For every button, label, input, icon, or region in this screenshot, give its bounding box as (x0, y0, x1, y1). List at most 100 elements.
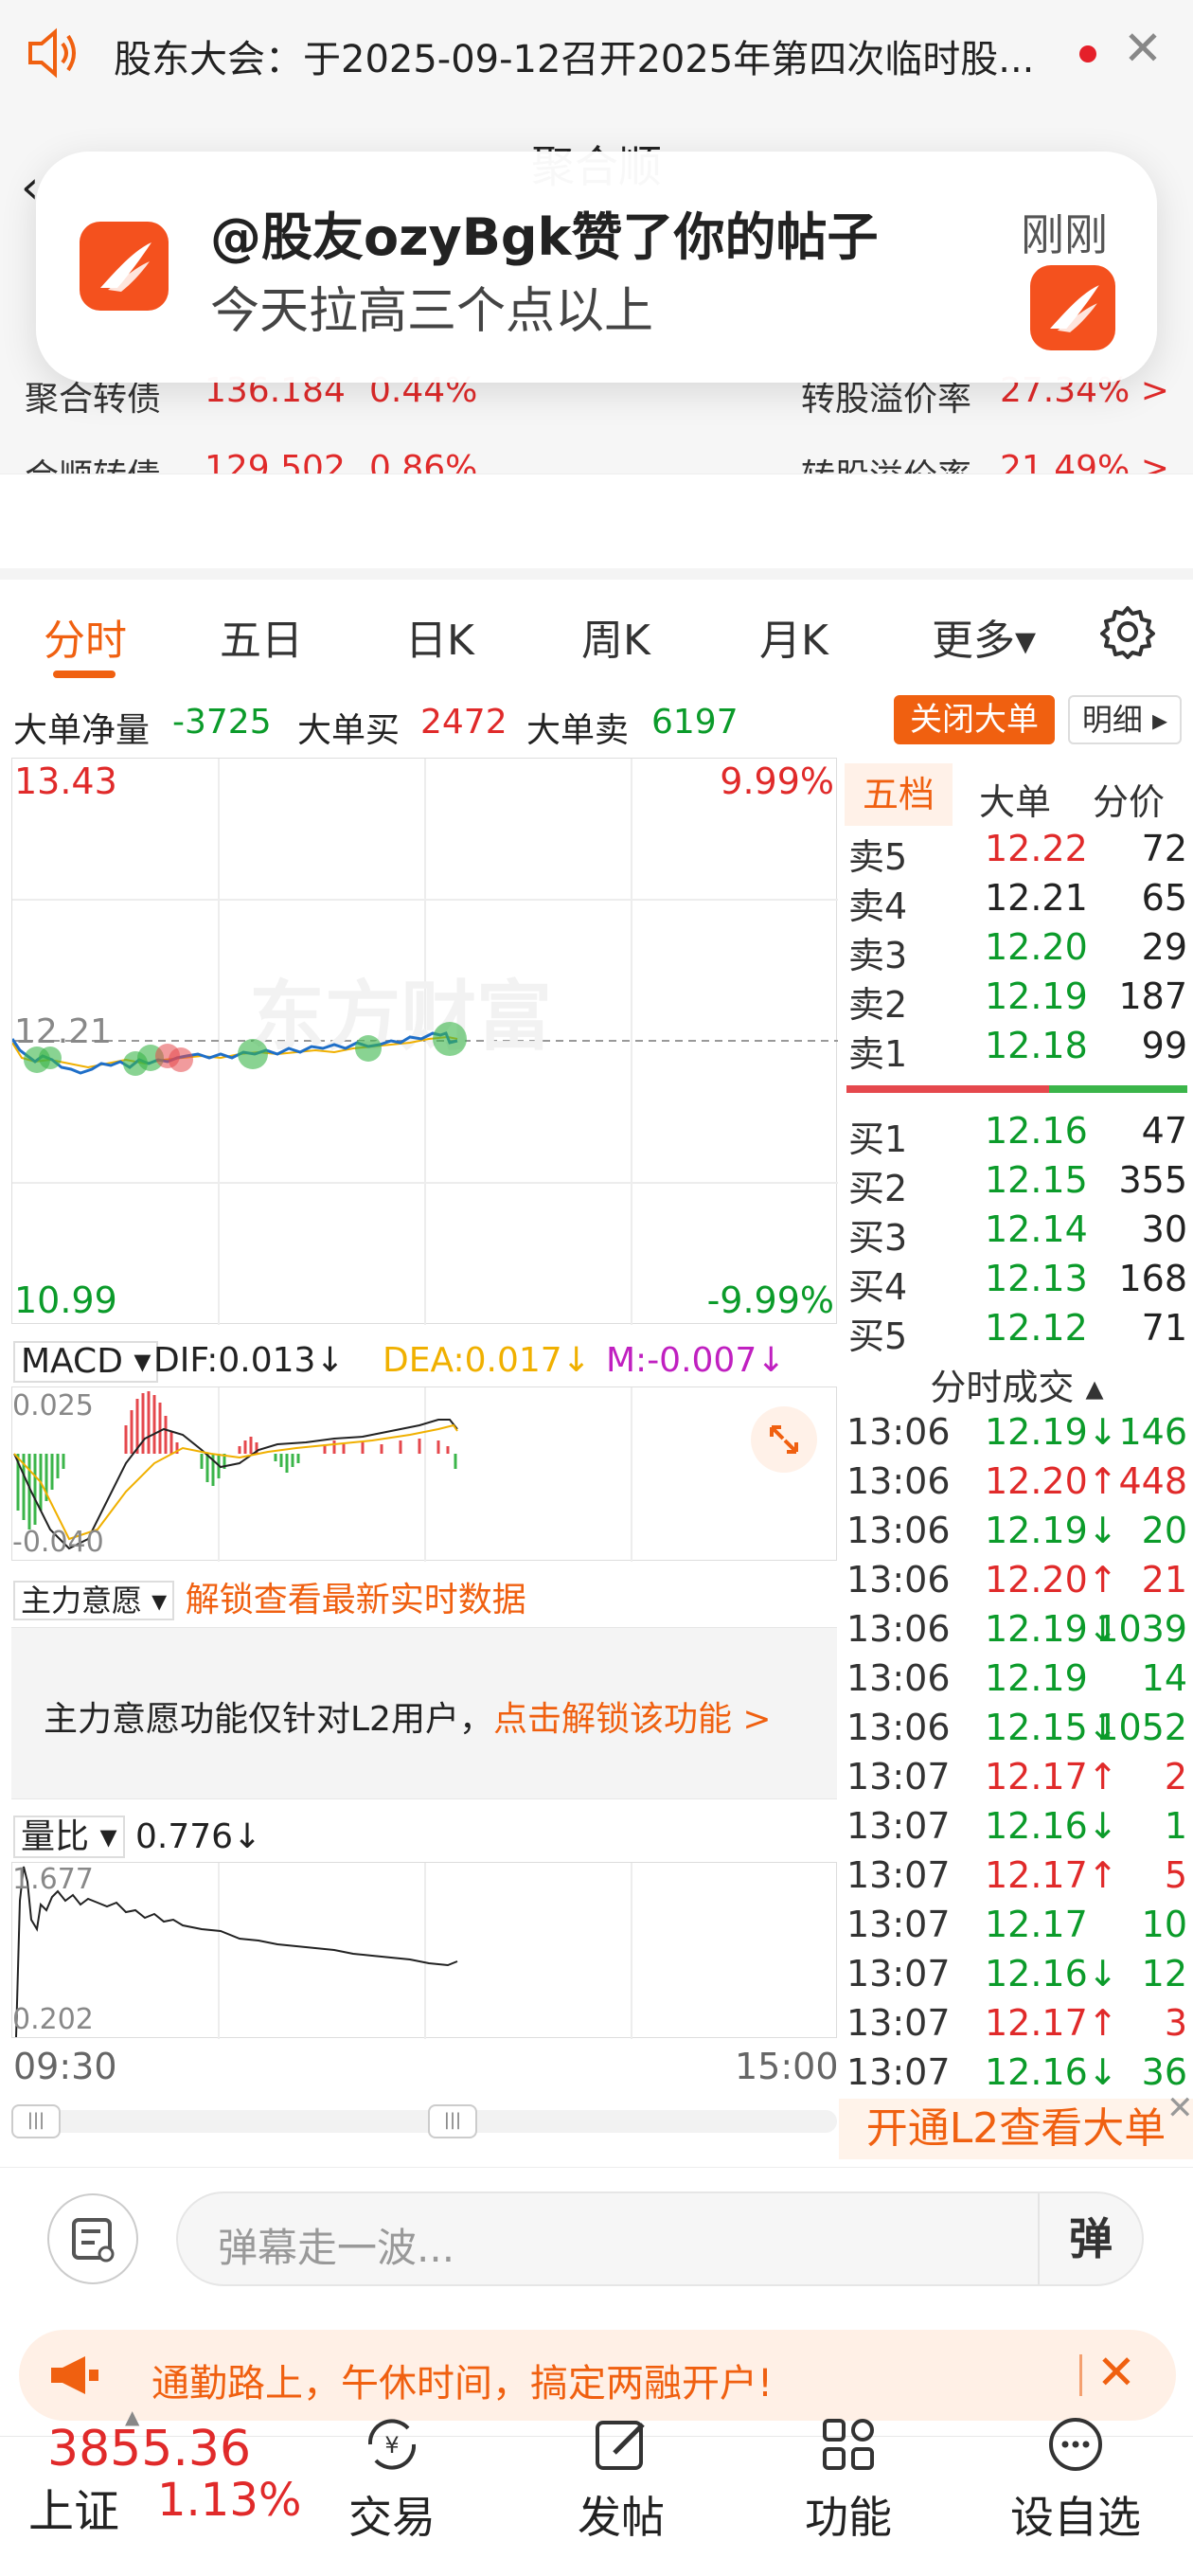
macd-chart[interactable]: 0.025 -0.040 (11, 1386, 837, 1562)
push-notification[interactable]: @股友ozyBgk赞了你的帖子 今天拉高三个点以上 刚刚 (36, 152, 1157, 383)
macd-selector[interactable]: MACD ▾ (13, 1341, 159, 1383)
promo-text[interactable]: 通勤路上，午休时间，搞定两融开户! (151, 2352, 773, 2407)
edit-icon (596, 2421, 645, 2470)
scroll-handle-right[interactable]: ||| (428, 2104, 477, 2138)
ask-row: 卖5 12.22 72 (848, 828, 1187, 878)
bond-pct: 0.86% (369, 449, 478, 475)
ask-volume: 29 (1141, 926, 1187, 968)
sell-ratio-bar (1049, 1085, 1187, 1093)
intraday-chart[interactable]: 东方财富 13.43 9.99% 12.21 10.99 -9.99% (11, 758, 838, 1325)
tab-five-day[interactable]: 五日 (220, 606, 303, 667)
unlock-feature-link[interactable]: 点击解锁该功能 > (493, 1700, 772, 1739)
tick-row: 13:06 12.19↓ 146 (846, 1411, 1187, 1460)
tick-volume: 20 (1141, 1510, 1187, 1551)
bid-volume: 30 (1141, 1208, 1187, 1250)
tick-volume: 5 (1164, 1854, 1187, 1896)
nav-post[interactable]: 发帖 (545, 2411, 697, 2546)
notification-body: 今天拉高三个点以上 (210, 283, 654, 340)
post-settings-icon[interactable] (47, 2193, 138, 2284)
close-icon[interactable]: ✕ (1096, 2345, 1136, 2400)
bid-volume: 47 (1141, 1110, 1187, 1152)
open-l2-banner[interactable]: 开通L2查看大单 (839, 2099, 1193, 2159)
pct-axis-top: 9.99% (720, 760, 834, 802)
tick-volume: 448 (1118, 1460, 1187, 1502)
macd-header: MACD ▾ DIF:0.013↓ DEA:0.017↓ M:-0.007↓ (13, 1333, 837, 1386)
tab-big-order[interactable]: 大单 (979, 773, 1051, 825)
announcement-bar[interactable] (0, 474, 1193, 580)
main-intent-selector[interactable]: 主力意愿 ▾ (13, 1581, 175, 1620)
ask-volume: 65 (1141, 877, 1187, 919)
big-order-bar: 大单净量 -3725 大单买 2472 大单卖 6197 关闭大单 明细 ▸ (0, 691, 1193, 754)
tab-daily-k[interactable]: 日K (405, 606, 474, 667)
volume-ratio-y-top: 1.677 (12, 1863, 94, 1896)
time-axis-start: 09:30 (13, 2046, 117, 2087)
bid-price: 12.12 (985, 1307, 1088, 1349)
announcement-text[interactable]: 股东大会：于2025-09-12召开2025年第四次临时股... (114, 28, 1034, 83)
nav-functions[interactable]: 功能 (773, 2411, 924, 2546)
bond-price: 129.502 (205, 449, 346, 475)
tick-time: 13:06 (846, 1460, 951, 1502)
tick-volume: 3 (1164, 2002, 1187, 2044)
tab-five-levels[interactable]: 五档 (845, 763, 953, 826)
tab-weekly-k[interactable]: 周K (581, 606, 650, 667)
tab-more[interactable]: 更多▾ (932, 606, 1036, 667)
tick-price: 12.20↑ (985, 1559, 1118, 1601)
tick-price: 12.19 (985, 1657, 1088, 1699)
macd-y-top: 0.025 (12, 1389, 94, 1422)
danmu-button[interactable]: 弹 (1038, 2193, 1142, 2284)
ask-volume: 187 (1118, 975, 1187, 1017)
ask-row: 卖1 12.18 99 (848, 1025, 1187, 1075)
notification-time: 刚刚 (1021, 209, 1108, 260)
bid-row: 买2 12.15 355 (848, 1159, 1187, 1209)
tick-price: 12.17 (985, 1904, 1088, 1945)
tick-row: 13:06 12.20↑ 448 (846, 1460, 1187, 1510)
pct-axis-bottom: -9.99% (706, 1279, 834, 1321)
nav-post-label: 发帖 (578, 2492, 665, 2543)
chart-scroll-track[interactable] (11, 2110, 837, 2133)
tab-intraday[interactable]: 分时 (44, 606, 127, 667)
index-name[interactable]: 上证 (28, 2474, 119, 2540)
volume-ratio-chart[interactable]: 1.677 0.202 (11, 1862, 837, 2039)
close-icon[interactable]: ✕ (1166, 2089, 1193, 2127)
tick-time: 13:07 (846, 1953, 951, 1995)
ask-price: 12.19 (985, 975, 1088, 1017)
bid-price: 12.15 (985, 1159, 1088, 1201)
svg-text:¥: ¥ (384, 2432, 399, 2459)
tick-price: 12.16↓ (985, 1805, 1118, 1847)
nav-trade[interactable]: ¥ 交易 (316, 2411, 468, 2546)
bid-row: 买3 12.14 30 (848, 1208, 1187, 1259)
close-big-order-button[interactable]: 关闭大单 (894, 695, 1055, 744)
ask-row: 卖2 12.19 187 (848, 975, 1187, 1026)
ref-price-label: 12.21 (14, 1012, 113, 1051)
expand-icon[interactable] (751, 1406, 817, 1473)
ask-label: 卖3 (848, 935, 908, 976)
bid-label: 买2 (848, 1168, 908, 1209)
tab-monthly-k[interactable]: 月K (759, 606, 828, 667)
volume-ratio-selector[interactable]: 量比 ▾ (13, 1816, 125, 1858)
scroll-handle-left[interactable]: ||| (11, 2104, 61, 2138)
gear-icon[interactable] (1100, 604, 1155, 663)
bond-row-2[interactable]: 合顺转债 129.502 0.86% 转股溢价率 21.49% > (25, 449, 1170, 475)
bond-name: 合顺转债 (25, 449, 161, 475)
net-volume-label: 大单净量 (13, 711, 151, 750)
tick-time: 13:06 (846, 1657, 951, 1699)
bid-volume: 355 (1118, 1159, 1187, 1201)
big-sell-value: 6197 (651, 703, 739, 742)
speaker-icon (25, 27, 81, 83)
tab-price-distribution[interactable]: 分价 (1093, 773, 1165, 825)
ask-row: 卖3 12.20 29 (848, 926, 1187, 976)
tick-time: 13:06 (846, 1608, 951, 1650)
tick-price: 12.16↓ (985, 2051, 1118, 2093)
unlock-link[interactable]: 解锁查看最新实时数据 (186, 1581, 526, 1619)
tick-volume: 14 (1141, 1657, 1187, 1699)
tick-row: 13:06 12.19 14 (846, 1657, 1187, 1707)
detail-button[interactable]: 明细 ▸ (1068, 695, 1182, 744)
nav-watchlist[interactable]: 设自选 (1000, 2411, 1151, 2546)
close-icon[interactable]: ✕ (1123, 21, 1163, 76)
index-value[interactable]: 3855.36 (47, 2421, 251, 2478)
tick-row: 13:06 12.19↓ 1039 (846, 1608, 1187, 1657)
tick-volume: 21 (1141, 1559, 1187, 1601)
index-change[interactable]: 1.13% (157, 2474, 301, 2527)
ticks-header[interactable]: 分时成交 ▴ (841, 1358, 1193, 1410)
bid-label: 买3 (848, 1217, 908, 1259)
